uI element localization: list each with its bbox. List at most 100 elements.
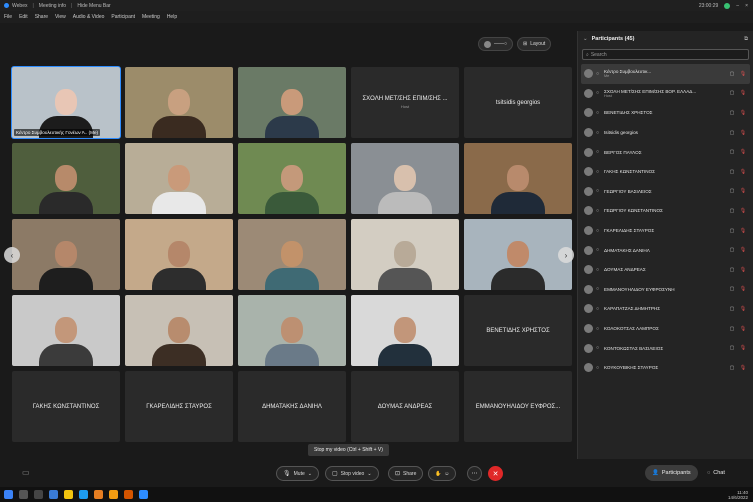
participant-row[interactable]: ○ ΕΜΜΑΝΟΥΗΛΙΔΟΥ ΕΥΦΡΟΣΥΝΗ ▢ 🎙 [581, 280, 750, 300]
video-tile[interactable] [237, 218, 347, 291]
mic-muted-icon[interactable]: 🎙 [739, 208, 747, 214]
menu-item-audio-video[interactable]: Audio & Video [73, 14, 105, 20]
participant-row[interactable]: ○ ΚΟΛΟΚΟΤΣΑΣ ΛΑΜΠΡΟΣ ▢ 🎙 [581, 319, 750, 339]
video-tile[interactable] [463, 142, 573, 215]
video-tile[interactable] [11, 218, 121, 291]
menu-item-share[interactable]: Share [35, 14, 48, 20]
mic-muted-icon[interactable]: 🎙 [739, 149, 747, 155]
firefox-icon[interactable] [94, 490, 103, 499]
close-button[interactable]: × [745, 3, 748, 9]
video-tile[interactable]: ΒΕΝΕΤΙΔΗΣ ΧΡΗΣΤΟΣ [463, 294, 573, 367]
collapse-chevron-icon[interactable]: ⌄ [583, 36, 588, 42]
layout-button[interactable]: ⊞ Layout [517, 37, 552, 51]
video-tile[interactable] [350, 142, 460, 215]
video-tile[interactable] [237, 66, 347, 139]
participant-row[interactable]: ○ ΔΗΜΑΤΑΚΗΣ ΔΑΝΙΗΛ ▢ 🎙 [581, 240, 750, 260]
video-tile[interactable]: tsitsidis georgios [463, 66, 573, 139]
office-icon[interactable] [124, 490, 133, 499]
mic-muted-icon[interactable]: 🎙 [739, 130, 747, 136]
participant-row[interactable]: ○ Κέντρο Συμβουλευτικ... Me ▢ 🎙 [581, 64, 750, 84]
mic-muted-icon[interactable]: 🎙 [739, 169, 747, 175]
video-tile[interactable] [124, 218, 234, 291]
video-tile[interactable]: ΔΟΥΜΑΣ ΑΝΔΡΕΑΣ [350, 370, 460, 443]
zoom-slider[interactable]: ——○ [478, 37, 514, 51]
more-options-button[interactable]: ⋯ [467, 466, 482, 481]
video-tile[interactable]: ΓΚΑΡΕΛΙΔΗΣ ΣΤΑΥΡΟΣ [124, 370, 234, 443]
participant-list-name: ΓΚΑΡΕΛΙΔΗΣ ΣΤΑΥΡΟΣ [604, 228, 655, 234]
mic-muted-icon[interactable]: 🎙 [739, 228, 747, 234]
menu-item-meeting[interactable]: Meeting [142, 14, 160, 20]
mic-muted-icon[interactable]: 🎙 [739, 365, 747, 371]
video-tile[interactable] [124, 294, 234, 367]
mic-muted-icon[interactable]: 🎙 [739, 326, 747, 332]
participant-row[interactable]: ○ ΚΑΡΑΠΑΤΖΑΣ ΔΗΜΗΤΡΗΣ ▢ 🎙 [581, 299, 750, 319]
participant-row[interactable]: ○ ΔΟΥΜΑΣ ΑΝΔΡΕΑΣ ▢ 🎙 [581, 260, 750, 280]
edge-icon[interactable] [79, 490, 88, 499]
video-tile[interactable] [124, 142, 234, 215]
hide-menu-bar-button[interactable]: Hide Menu Bar [77, 3, 110, 9]
video-tile[interactable] [124, 66, 234, 139]
participant-row[interactable]: ○ ΒΕΡΓΟΣ ΠΑΥΛΟΣ ▢ 🎙 [581, 142, 750, 162]
mic-muted-icon[interactable]: 🎙 [739, 247, 747, 253]
mic-muted-icon[interactable]: 🎙 [739, 110, 747, 116]
video-tile[interactable]: ΓΑΚΗΣ ΚΩΝΣΤΑΝΤΙΝΟΣ [11, 370, 121, 443]
mic-muted-icon[interactable]: 🎙 [739, 90, 747, 96]
mic-muted-icon[interactable]: 🎙 [739, 267, 747, 273]
file-explorer-icon[interactable] [64, 490, 73, 499]
video-tile[interactable]: ΣΧΟΛΗ ΜΕΤ/ΣΗΣ ΕΠΙΜ/ΣΗΣ ... Host [350, 66, 460, 139]
previous-page-button[interactable]: ‹ [4, 247, 20, 263]
meeting-info-tab[interactable]: Meeting info [39, 3, 66, 9]
participants-button[interactable]: 👤 Participants [645, 465, 698, 481]
chrome-icon[interactable] [109, 490, 118, 499]
video-tile[interactable]: ΕΜΜΑΝΟΥΗΛΙΔΟΥ ΕΥΦΡΟΣ... [463, 370, 573, 443]
reactions-button[interactable]: ✋ ☺ [428, 466, 457, 481]
video-tile[interactable] [11, 142, 121, 215]
menu-item-file[interactable]: File [4, 14, 12, 20]
mic-muted-icon[interactable]: 🎙 [739, 345, 747, 351]
menu-item-participant[interactable]: Participant [111, 14, 135, 20]
clock[interactable]: 11:40 14/6/2022 [728, 490, 753, 500]
video-tile[interactable]: ΔΗΜΑΤΑΚΗΣ ΔΑΝΙΗΛ [237, 370, 347, 443]
participant-row[interactable]: ○ ΣΧΟΛΗ ΜΕΤ/ΣΗΣ ΕΠΙΜ/ΣΗΣ ΒΟΡ. ΕΛΛΑΔ... Hos… [581, 84, 750, 104]
participant-row[interactable]: ○ ΓΕΩΡΓΙΟΥ ΚΩΝΣΤΑΝΤΙΝΟΣ ▢ 🎙 [581, 201, 750, 221]
video-tile[interactable]: Κέντρο Συμβουλευτικής Γονέων Ά.. (Me) [11, 66, 121, 139]
participant-row[interactable]: ○ ΚΟΥΚΟΥΒΙΚΗΣ ΣΤΑΥΡΟΣ ▢ 🎙 [581, 358, 750, 378]
participant-row[interactable]: ○ ΓΕΩΡΓΙΟΥ ΒΑΣΙΛΕΙΟΣ ▢ 🎙 [581, 182, 750, 202]
next-page-button[interactable]: › [558, 247, 574, 263]
end-call-button[interactable]: ✕ [488, 466, 503, 481]
participant-row[interactable]: ○ tsitsidis georgios ▢ 🎙 [581, 123, 750, 143]
captions-icon[interactable]: ▭ [22, 468, 30, 477]
participant-search-input[interactable]: ⌕ Search [582, 49, 749, 60]
participant-row[interactable]: ○ ΓΑΚΗΣ ΚΩΝΣΤΑΝΤΙΝΟΣ ▢ 🎙 [581, 162, 750, 182]
video-tile[interactable] [350, 218, 460, 291]
menu-item-view[interactable]: View [55, 14, 66, 20]
chat-button[interactable]: ◌ Chat [707, 465, 725, 481]
slider-knob-icon[interactable] [484, 40, 491, 48]
mic-muted-icon[interactable]: 🎙 [739, 286, 747, 292]
mic-muted-icon[interactable]: 🎙 [739, 188, 747, 194]
menu-item-edit[interactable]: Edit [19, 14, 28, 20]
mic-muted-icon[interactable]: 🎙 [739, 71, 747, 77]
share-button[interactable]: ⊡ Share [388, 466, 424, 481]
stop-video-button[interactable]: ▢ Stop video ⌄ [325, 466, 379, 481]
mic-muted-icon[interactable]: 🎙 [739, 306, 747, 312]
participant-row[interactable]: ○ ΒΕΝΕΤΙΔΗΣ ΧΡΗΣΤΟΣ ▢ 🎙 [581, 103, 750, 123]
video-tile[interactable] [463, 218, 573, 291]
video-tile[interactable] [350, 294, 460, 367]
minimize-button[interactable]: – [736, 3, 739, 9]
chevron-down-icon[interactable]: ⌄ [308, 471, 312, 477]
video-tile[interactable] [237, 294, 347, 367]
participant-row[interactable]: ○ ΓΚΑΡΕΛΙΔΗΣ ΣΤΑΥΡΟΣ ▢ 🎙 [581, 221, 750, 241]
webex-taskbar-icon[interactable] [139, 490, 148, 499]
video-tile[interactable] [237, 142, 347, 215]
chevron-down-icon[interactable]: ⌄ [367, 471, 371, 477]
menu-item-help[interactable]: Help [167, 14, 177, 20]
search-icon[interactable] [19, 490, 28, 499]
mute-button[interactable]: 🎙 Mute ⌄ [276, 466, 319, 481]
start-icon[interactable] [4, 490, 13, 499]
store-icon[interactable] [49, 490, 58, 499]
video-tile[interactable] [11, 294, 121, 367]
participant-row[interactable]: ○ ΚΟΝΤΟΚΩΣΤΑΣ ΒΑΣΙΛΕΙΟΣ ▢ 🎙 [581, 338, 750, 358]
task-view-icon[interactable] [34, 490, 43, 499]
popout-icon[interactable]: ⧉ [744, 36, 748, 43]
